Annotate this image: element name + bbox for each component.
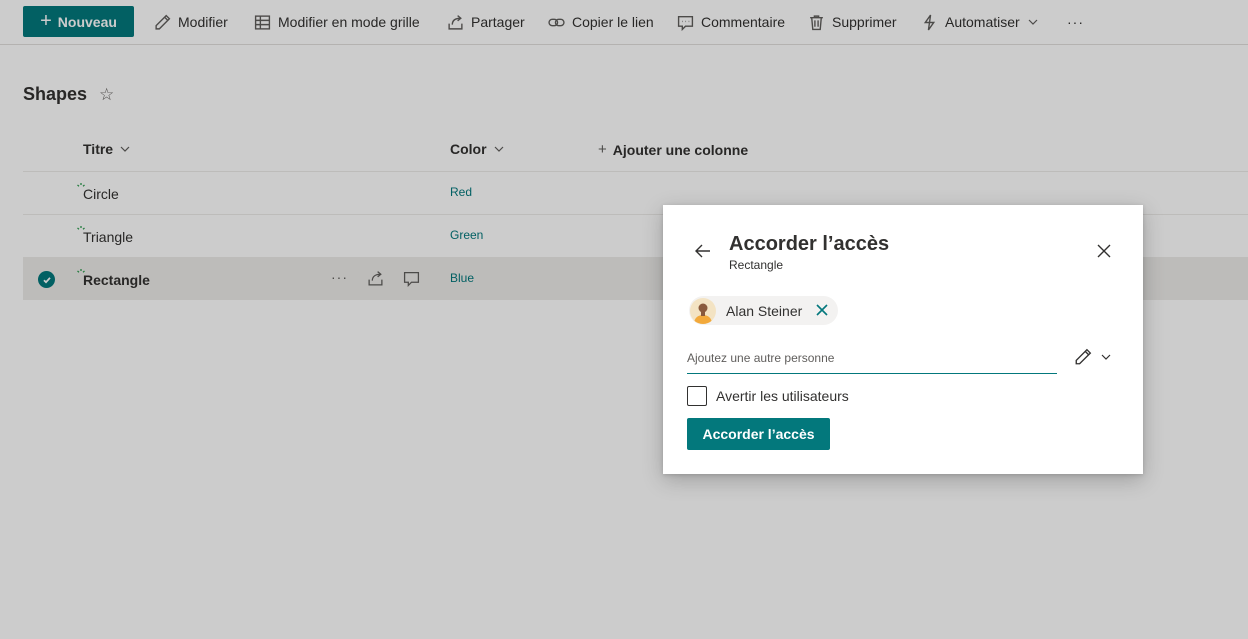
pencil-icon [1075, 348, 1092, 365]
sharepoint-list-page: + Nouveau Modifier Modifier en mode gril… [0, 0, 1248, 639]
checkbox-box[interactable] [687, 386, 707, 406]
notify-users-checkbox[interactable]: Avertir les utilisateurs [687, 386, 849, 406]
person-name: Alan Steiner [726, 302, 803, 319]
grant-access-button[interactable]: Accorder l’accès [687, 418, 830, 450]
dialog-subtitle: Rectangle [729, 258, 784, 272]
back-arrow-icon[interactable] [693, 241, 713, 261]
close-icon[interactable] [1095, 242, 1113, 260]
dialog-title: Accorder l’accès [729, 233, 890, 255]
add-person-input[interactable] [687, 343, 1057, 374]
chevron-down-icon [1101, 354, 1111, 360]
notify-users-label: Avertir les utilisateurs [716, 388, 849, 404]
remove-person-icon[interactable] [815, 303, 829, 317]
permission-dropdown[interactable] [1074, 348, 1112, 366]
grant-access-dialog: Accorder l’accès Rectangle Alan Steiner [663, 205, 1143, 474]
person-chip: Alan Steiner [689, 296, 838, 325]
avatar [690, 297, 716, 324]
